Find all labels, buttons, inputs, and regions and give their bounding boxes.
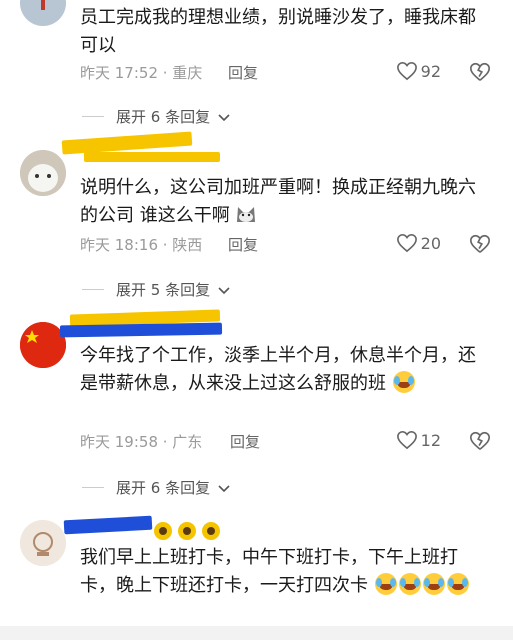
crying-laugh-emoji-icon [398, 573, 421, 595]
expand-replies-label: 展开 5 条回复 [116, 281, 211, 299]
heart-icon [396, 233, 417, 253]
reply-button[interactable]: 回复 [228, 62, 258, 83]
comment-text: 今年找了个工作，淡季上半个月，休息半个月，还是带薪休息，从来没上过这么舒服的班 [80, 345, 476, 394]
comment-text: 我们早上上班打卡，中午下班打卡，下午上班打卡，晚上下班还打卡，一天打四次卡 [80, 544, 480, 600]
sunflower-emoji-icon [154, 522, 172, 540]
expand-replies-label: 展开 6 条回复 [116, 108, 211, 126]
avatar[interactable] [20, 0, 66, 26]
comment-time-location: 昨天 18:16 · 陕西 [80, 236, 203, 254]
avatar[interactable] [20, 150, 66, 196]
redacted-username-mark [84, 152, 220, 162]
expand-replies-label: 展开 6 条回复 [116, 479, 211, 497]
bottom-bar [0, 626, 513, 640]
doge-emoji-icon [237, 207, 256, 222]
chevron-down-icon [218, 484, 230, 492]
comment-text: 说明什么，这公司加班严重啊！换成正经朝九晚六的公司 谁这么干啊 [80, 177, 476, 226]
expand-replies-1[interactable]: 展开 6 条回复 [82, 106, 232, 127]
chevron-down-icon [218, 113, 230, 121]
chevron-down-icon [218, 286, 230, 294]
redacted-username-mark [59, 322, 223, 338]
divider [82, 116, 104, 117]
crying-laugh-emoji-icon [446, 573, 469, 595]
divider [82, 289, 104, 290]
sunflower-emoji-icon [178, 522, 196, 540]
crying-laugh-emoji-icon [392, 371, 415, 393]
reply-button[interactable]: 回复 [228, 234, 258, 255]
crying-laugh-emoji-icon [374, 573, 397, 595]
expand-replies-2[interactable]: 展开 5 条回复 [82, 279, 232, 300]
heart-icon [396, 61, 417, 81]
dislike-icon[interactable] [469, 61, 491, 83]
avatar[interactable] [20, 520, 66, 566]
like-button[interactable]: 12 [396, 430, 441, 450]
crying-laugh-emoji-icon [422, 573, 445, 595]
expand-replies-3[interactable]: 展开 6 条回复 [82, 477, 232, 498]
like-count: 92 [420, 61, 441, 81]
reply-button[interactable]: 回复 [230, 431, 260, 452]
sunflower-emoji-icon [202, 522, 220, 540]
redacted-username-mark [63, 515, 153, 535]
divider [82, 487, 104, 488]
comment-text: 员工完成我的理想业绩，别说睡沙发了，睡我床都可以 [80, 7, 476, 56]
like-count: 12 [420, 430, 441, 450]
like-button[interactable]: 92 [396, 61, 441, 81]
comment-time-location: 昨天 17:52 · 重庆 [80, 64, 203, 82]
like-button[interactable]: 20 [396, 233, 441, 253]
comment-time-location: 昨天 19:58 · 广东 [80, 433, 203, 451]
dislike-icon[interactable] [469, 430, 491, 452]
like-count: 20 [420, 233, 441, 253]
heart-icon [396, 430, 417, 450]
dislike-icon[interactable] [469, 233, 491, 255]
